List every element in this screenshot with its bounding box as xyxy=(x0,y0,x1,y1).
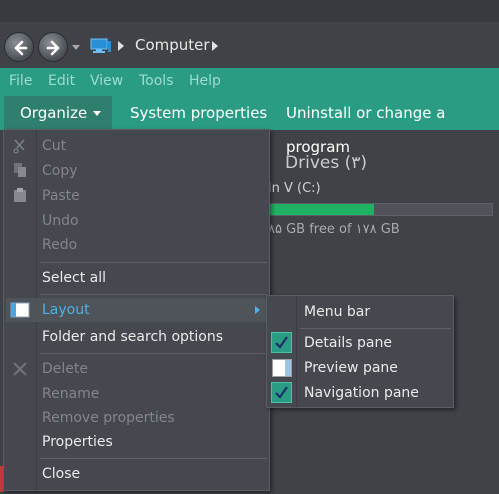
menu-item-remove-properties[interactable]: Remove properties xyxy=(42,407,175,429)
breadcrumb-computer[interactable]: Computer xyxy=(135,36,210,54)
recent-locations-dropdown[interactable] xyxy=(72,45,80,50)
menu-item-rename[interactable]: Rename xyxy=(42,383,99,405)
menu-item-delete[interactable]: Delete xyxy=(42,358,88,380)
window-top-strip xyxy=(0,0,499,22)
drive-label[interactable]: in V (C:) xyxy=(268,181,321,196)
drive-free-space: ۸۵ GB free of ۱۷۸ GB xyxy=(268,222,400,237)
organize-button[interactable]: Organize xyxy=(4,96,112,130)
menu-separator xyxy=(40,294,267,295)
menu-view[interactable]: View xyxy=(90,73,123,89)
menu-item-select-all[interactable]: Select all xyxy=(42,267,106,289)
menu-item-folder-options[interactable]: Folder and search options xyxy=(42,326,223,348)
submenu-item-navigation-pane[interactable]: Navigation pane xyxy=(304,382,419,404)
command-bar: Organize System properties Uninstall or … xyxy=(0,96,499,156)
menu-item-copy[interactable]: Copy xyxy=(42,160,78,182)
checkmark-icon xyxy=(275,336,288,349)
menu-item-undo[interactable]: Undo xyxy=(42,210,79,232)
submenu-item-details-pane[interactable]: Details pane xyxy=(304,332,392,354)
checkmark-icon xyxy=(275,386,288,399)
drive-usage-fill xyxy=(269,204,374,215)
layout-icon xyxy=(10,302,30,318)
menu-item-layout[interactable]: Layout xyxy=(42,299,90,321)
breadcrumb-chevron-icon[interactable] xyxy=(118,41,124,51)
menu-bar: File Edit View Tools Help xyxy=(0,68,499,96)
drive-usage-bar xyxy=(268,203,493,216)
menu-separator xyxy=(40,262,267,263)
uninstall-program-button[interactable]: Uninstall or change a program xyxy=(278,96,499,156)
paste-icon xyxy=(14,188,26,202)
submenu-item-preview-pane[interactable]: Preview pane xyxy=(304,357,398,379)
address-bar[interactable]: Computer xyxy=(84,30,499,60)
copy-icon xyxy=(14,163,26,177)
menu-tools[interactable]: Tools xyxy=(139,73,174,89)
delete-icon xyxy=(13,362,27,376)
menu-item-close[interactable]: Close xyxy=(42,463,80,485)
navigation-pane-checkbox[interactable] xyxy=(271,382,292,403)
menu-file[interactable]: File xyxy=(9,73,32,89)
menu-item-cut[interactable]: Cut xyxy=(42,135,66,157)
back-arrow-icon xyxy=(14,40,28,56)
submenu-item-menu-bar[interactable]: Menu bar xyxy=(304,301,370,323)
submenu-arrow-icon xyxy=(255,306,260,314)
organize-menu: Cut Copy Paste Undo Redo Select all Layo… xyxy=(3,129,270,491)
preview-pane-icon[interactable] xyxy=(272,359,292,377)
menu-item-redo[interactable]: Redo xyxy=(42,234,77,256)
back-button[interactable] xyxy=(4,32,34,62)
menu-help[interactable]: Help xyxy=(189,73,221,89)
navigation-row: Computer xyxy=(0,22,499,68)
submenu-separator xyxy=(300,328,451,329)
layout-submenu: Menu bar Details pane Preview pane Navig… xyxy=(266,295,454,408)
menu-separator xyxy=(40,458,267,459)
drives-section-title[interactable]: ﾠ Drives (۳) xyxy=(264,148,367,173)
forward-button[interactable] xyxy=(38,32,68,62)
cut-icon xyxy=(13,139,25,154)
computer-icon xyxy=(90,38,111,53)
menu-item-paste[interactable]: Paste xyxy=(42,185,80,207)
menu-item-properties[interactable]: Properties xyxy=(42,431,113,453)
organize-label: Organize xyxy=(20,104,88,122)
chevron-down-icon xyxy=(93,111,102,116)
breadcrumb-chevron-icon[interactable] xyxy=(212,41,218,51)
menu-separator xyxy=(40,353,267,354)
system-properties-button[interactable]: System properties xyxy=(122,96,275,130)
window-edge-accent xyxy=(0,466,3,492)
menu-edit[interactable]: Edit xyxy=(48,73,75,89)
forward-arrow-icon xyxy=(46,40,60,56)
details-pane-checkbox[interactable] xyxy=(271,332,292,353)
